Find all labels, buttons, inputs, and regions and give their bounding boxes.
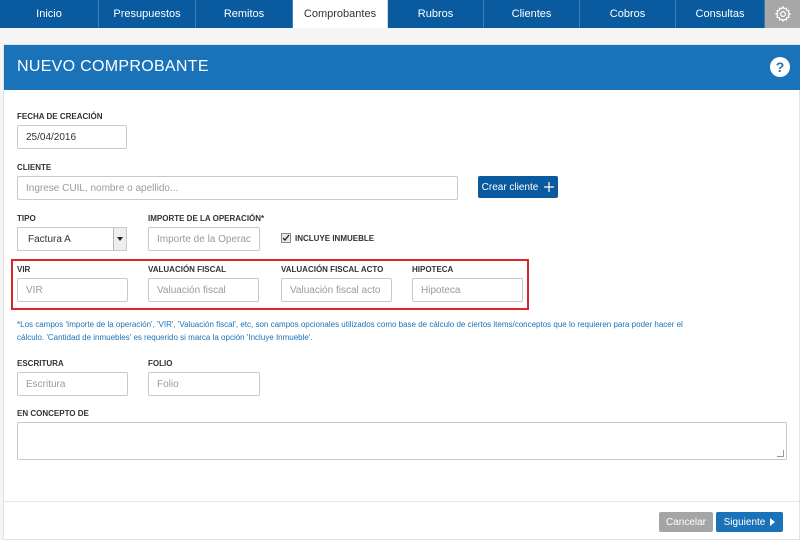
- incluye-inmueble-label: INCLUYE INMUEBLE: [295, 234, 375, 243]
- vir-input[interactable]: [17, 278, 128, 302]
- settings-button[interactable]: [765, 0, 800, 28]
- note-line-1: *Los campos 'Importe de la operación', '…: [17, 320, 683, 329]
- tipo-label: TIPO: [17, 214, 36, 223]
- tab-clientes[interactable]: Clientes: [484, 0, 580, 28]
- top-nav: Inicio Presupuestos Remitos Comprobantes…: [0, 0, 800, 28]
- tab-remitos[interactable]: Remitos: [196, 0, 293, 28]
- valuacion-fiscal-input[interactable]: [148, 278, 259, 302]
- escritura-input[interactable]: [17, 372, 128, 396]
- valuacion-fiscal-label: VALUACIÓN FISCAL: [148, 265, 227, 274]
- tab-label: Presupuestos: [113, 8, 181, 20]
- tab-comprobantes[interactable]: Comprobantes: [293, 0, 388, 28]
- note-line-2: cálculo. 'Cantidad de inmuebles' es requ…: [17, 333, 313, 342]
- panel-header: NUEVO COMPROBANTE ?: [4, 45, 800, 90]
- arrow-right-icon: [770, 518, 776, 526]
- chevron-down-icon[interactable]: [113, 228, 126, 250]
- help-button[interactable]: ?: [770, 57, 790, 77]
- fecha-input[interactable]: [17, 125, 127, 149]
- tab-label: Clientes: [511, 8, 552, 20]
- folio-label: FOLIO: [148, 359, 173, 368]
- cliente-label: CLIENTE: [17, 163, 52, 172]
- escritura-label: ESCRITURA: [17, 359, 64, 368]
- hipoteca-input[interactable]: [412, 278, 523, 302]
- concepto-label: EN CONCEPTO DE: [17, 409, 89, 418]
- importe-label: IMPORTE DE LA OPERACIÓN*: [148, 214, 265, 223]
- page-title: NUEVO COMPROBANTE: [17, 58, 209, 75]
- tab-label: Inicio: [36, 8, 62, 20]
- folio-input[interactable]: [148, 372, 260, 396]
- new-voucher-panel: NUEVO COMPROBANTE ? FECHA DE CREACIÓN CL…: [3, 44, 800, 540]
- next-button[interactable]: Siguiente: [716, 512, 783, 532]
- vir-label: VIR: [17, 265, 31, 274]
- tipo-select[interactable]: Factura A: [17, 227, 127, 251]
- tab-inicio[interactable]: Inicio: [0, 0, 99, 28]
- resize-handle[interactable]: [777, 450, 784, 457]
- footer-divider: [4, 501, 800, 502]
- tab-consultas[interactable]: Consultas: [676, 0, 765, 28]
- next-label: Siguiente: [723, 516, 766, 528]
- valuacion-fiscal-acto-input[interactable]: [281, 278, 392, 302]
- tab-label: Consultas: [695, 8, 745, 20]
- tab-presupuestos[interactable]: Presupuestos: [99, 0, 196, 28]
- tab-cobros[interactable]: Cobros: [580, 0, 676, 28]
- help-icon: ?: [775, 59, 785, 75]
- tab-rubros[interactable]: Rubros: [388, 0, 484, 28]
- cliente-search-input[interactable]: [17, 176, 458, 200]
- fields-note: *Los campos 'Importe de la operación', '…: [17, 318, 792, 344]
- tipo-selected-value: Factura A: [28, 233, 71, 245]
- importe-input[interactable]: [148, 227, 260, 251]
- plus-icon: [544, 182, 555, 192]
- check-icon: [282, 234, 290, 241]
- tab-label: Remitos: [223, 8, 265, 20]
- hipoteca-label: HIPOTECA: [412, 265, 454, 274]
- crear-cliente-label: Crear cliente: [481, 181, 539, 193]
- tab-label: Cobros: [609, 8, 646, 20]
- tab-label: Rubros: [417, 8, 454, 20]
- concepto-textarea[interactable]: [17, 422, 787, 460]
- cancel-button[interactable]: Cancelar: [659, 512, 713, 532]
- tab-label: Comprobantes: [303, 8, 377, 20]
- gear-icon: [774, 5, 791, 23]
- valuacion-fiscal-acto-label: VALUACIÓN FISCAL ACTO: [281, 265, 384, 274]
- incluye-inmueble-checkbox[interactable]: [281, 233, 291, 243]
- cancel-label: Cancelar: [665, 516, 707, 528]
- fecha-label: FECHA DE CREACIÓN: [17, 112, 103, 121]
- crear-cliente-button[interactable]: Crear cliente: [478, 176, 558, 198]
